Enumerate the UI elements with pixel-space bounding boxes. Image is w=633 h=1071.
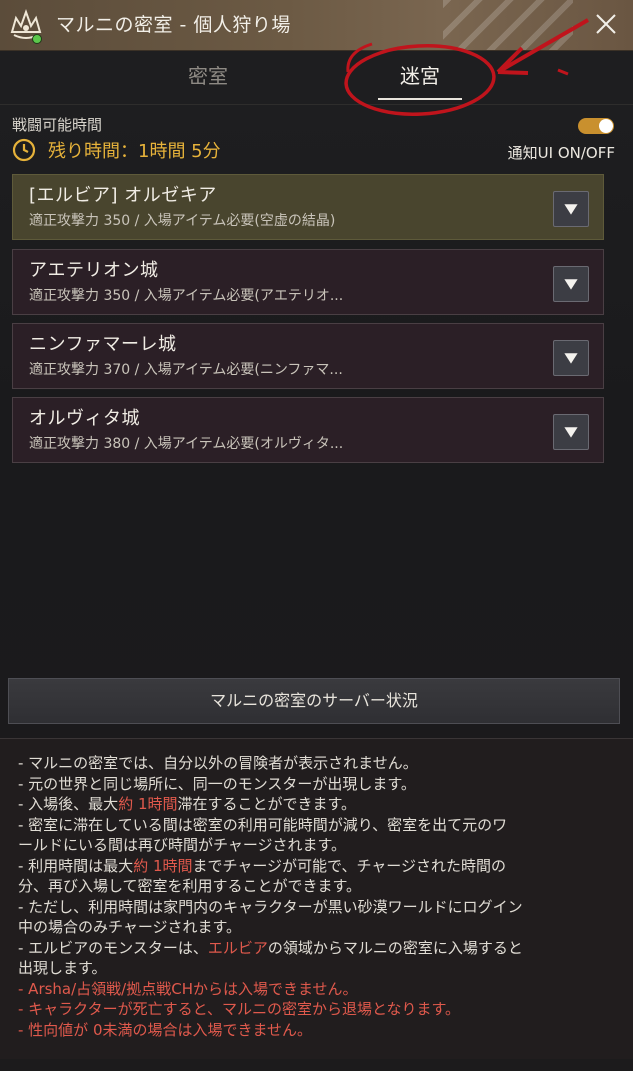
note-item: - 利用時間は最大約 1時間までチャージが可能で、チャージされた時間の (18, 856, 619, 877)
tab-divider (0, 104, 633, 105)
tab-bar: 密室 迷宮 (0, 52, 633, 104)
window-title: マルニの密室 - 個人狩り場 (56, 14, 291, 36)
dungeon-name: [エルビア] オルゼキア (29, 185, 217, 206)
note-item: - 元の世界と同じ場所に、同一のモンスターが出現します。 (18, 774, 416, 793)
notify-ui-label: 通知UI ON/OFF (507, 144, 615, 162)
note-item: ールドにいる間は再び時間がチャージされます。 (18, 836, 347, 854)
note-item: - 密室に滞在している間は密室の利用可能時間が減り、密室を出て元のワ (18, 815, 508, 834)
close-icon[interactable] (593, 11, 619, 37)
note-text: の領域からマルニの密室に入場すると (267, 938, 523, 957)
tab-labyrinth[interactable]: 迷宮 (330, 52, 510, 100)
dungeon-name: ニンファマーレ城 (29, 334, 177, 355)
note-item: - マルニの密室では、自分以外の冒険者が表示されません。 (18, 754, 418, 772)
active-tab-indicator (378, 98, 462, 100)
chevron-down-icon[interactable] (553, 191, 589, 227)
note-item: 中の場合のみチャージされます。 (18, 918, 242, 936)
dungeon-description: 適正攻撃力 350 / 入場アイテム必要(空虚の結晶) (29, 213, 336, 229)
dungeon-description: 適正攻撃力 370 / 入場アイテム必要(ニンファマ... (29, 362, 343, 378)
dungeon-name: オルヴィタ城 (29, 408, 140, 429)
note-item: - ただし、利用時間は家門内のキャラクターが黒い砂漠ワールドにログイン (18, 897, 523, 916)
note-item: 出現します。 (18, 959, 107, 977)
note-highlight: 約 1時間 (118, 795, 178, 813)
title-bar[interactable]: マルニの密室 - 個人狩り場 (0, 0, 633, 51)
dungeon-description: 適正攻撃力 350 / 入場アイテム必要(アエテリオ... (29, 288, 344, 304)
note-item: 分、再び入場して密室を利用することができます。 (18, 877, 362, 895)
dungeon-name: アエテリオン城 (29, 260, 159, 281)
chevron-down-icon[interactable] (553, 414, 589, 450)
note-highlight: エルビア (207, 938, 268, 957)
note-text: - エルビアのモンスターは、 (18, 938, 208, 957)
tab-chamber[interactable]: 密室 (118, 52, 298, 100)
note-item-warning: - Arsha/占領戦/拠点戦CHからは入場できません。 (18, 979, 358, 998)
marni-crown-icon (10, 9, 42, 44)
note-item-warning: - 性向値が 0未満の場合は入場できません。 (18, 1020, 313, 1039)
notes-list: - マルニの密室では、自分以外の冒険者が表示されません。 - 元の世界と同じ場所… (0, 739, 633, 1040)
notify-ui-toggle[interactable] (578, 118, 614, 134)
toggle-knob (599, 119, 613, 133)
note-text: - 利用時間は最大 (18, 856, 134, 875)
note-text: までチャージが可能で、チャージされた時間の (192, 856, 507, 875)
clock-icon (12, 138, 36, 162)
note-item: - 入場後、最大約 1時間滞在することができます。 (18, 794, 619, 815)
battle-time-label: 戦闘可能時間 (12, 116, 103, 134)
dungeon-item-ninfamare[interactable]: ニンファマーレ城 適正攻撃力 370 / 入場アイテム必要(ニンファマ... (12, 323, 604, 389)
dungeon-item-aeterion[interactable]: アエテリオン城 適正攻撃力 350 / 入場アイテム必要(アエテリオ... (12, 249, 604, 315)
note-item: - エルビアのモンスターは、エルビアの領域からマルニの密室に入場すると (18, 938, 619, 959)
chevron-down-icon[interactable] (553, 266, 589, 302)
title-bar-decoration (443, 0, 573, 50)
dungeon-item-orvita[interactable]: オルヴィタ城 適正攻撃力 380 / 入場アイテム必要(オルヴィタ... (12, 397, 604, 463)
server-status-button[interactable]: マルニの密室のサーバー状況 (8, 678, 620, 724)
chevron-down-icon[interactable] (553, 340, 589, 376)
note-highlight: 約 1時間 (133, 856, 193, 875)
marni-chamber-window: マルニの密室 - 個人狩り場 密室 迷宮 戦闘可能時間 残り時間：1時間 5分 … (0, 0, 633, 1071)
dungeon-description: 適正攻撃力 380 / 入場アイテム必要(オルヴィタ... (29, 436, 344, 452)
notes-panel: - マルニの密室では、自分以外の冒険者が表示されません。 - 元の世界と同じ場所… (0, 738, 633, 1059)
remaining-time: 残り時間：1時間 5分 (48, 141, 221, 162)
note-item-warning: - キャラクターが死亡すると、マルニの密室から退場となります。 (18, 1000, 461, 1018)
dungeon-item-orzekia[interactable]: [エルビア] オルゼキア 適正攻撃力 350 / 入場アイテム必要(空虚の結晶) (12, 174, 604, 240)
note-text: - 入場後、最大 (18, 795, 119, 813)
note-text: 滞在することができます。 (177, 795, 357, 813)
